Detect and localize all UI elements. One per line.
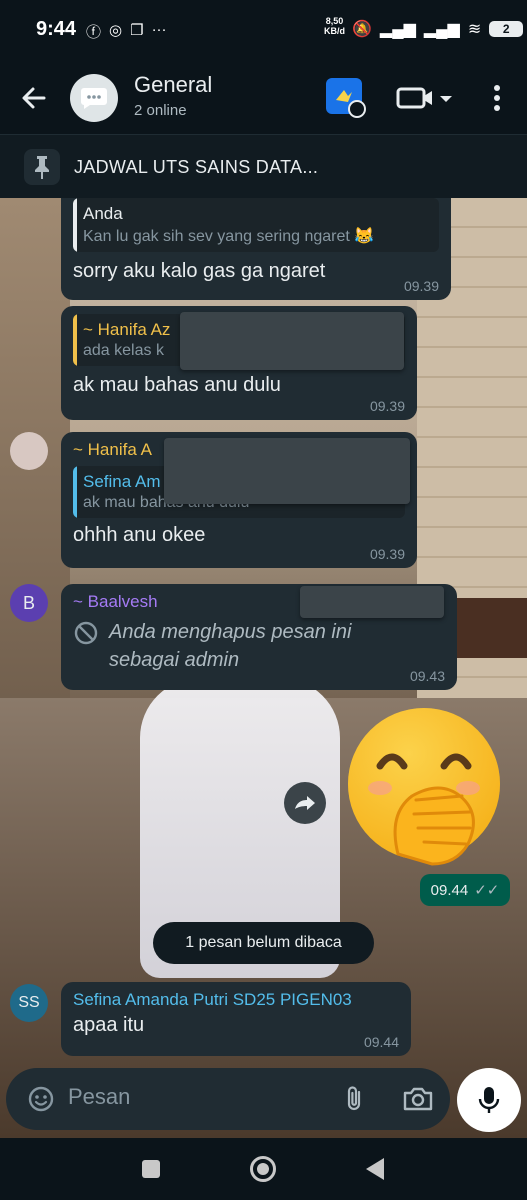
pinned-text: JADWAL UTS SAINS DATA... xyxy=(74,157,319,177)
back-button[interactable] xyxy=(366,1158,384,1180)
message-input[interactable]: Pesan xyxy=(68,1084,130,1110)
facebook-icon: ⓕ xyxy=(86,24,102,41)
redacted-block xyxy=(180,312,404,370)
back-arrow-icon[interactable] xyxy=(16,80,52,116)
composer-bar: Pesan xyxy=(0,1058,527,1138)
message-text: sorry aku kalo gas ga ngaret xyxy=(73,260,326,282)
hand-over-mouth-emoji-icon[interactable] xyxy=(340,704,508,872)
blocked-icon xyxy=(74,621,98,645)
online-count: 2 online xyxy=(134,102,187,119)
redacted-block xyxy=(300,586,444,618)
message-bubble[interactable]: Sefina Amanda Putri SD25 PIGEN03 apaa it… xyxy=(61,982,411,1056)
sent-message-status: 09.44 ✓✓ xyxy=(420,874,510,906)
meta-ai-app-icon[interactable] xyxy=(326,78,366,118)
message-text: ak mau bahas anu dulu xyxy=(73,374,281,396)
message-text: apaa itu xyxy=(73,1014,145,1036)
message-time: 09.39 xyxy=(369,546,405,562)
voice-message-button[interactable] xyxy=(457,1068,521,1132)
chevron-down-badge-icon xyxy=(348,100,366,118)
mute-icon: 🔕 xyxy=(352,21,372,38)
wifi-icon: ≋ xyxy=(467,21,482,38)
quoted-text: Kan lu gak sih sev yang sering ngaret 😹 xyxy=(83,228,375,245)
net-speed: 8,50 KB/d xyxy=(324,16,345,36)
sender-avatar[interactable]: B xyxy=(10,584,48,622)
group-title[interactable]: General xyxy=(134,72,212,98)
deleted-message-text: Anda menghapus pesan ini sebagai admin xyxy=(109,621,352,671)
sender-name[interactable]: ~ Baalvesh xyxy=(73,592,158,612)
pinned-message-bar[interactable]: JADWAL UTS SAINS DATA... xyxy=(0,134,527,198)
group-avatar[interactable] xyxy=(70,74,118,122)
avatar-initial: B xyxy=(22,592,35,613)
battery-icon: 2 xyxy=(489,21,524,37)
instagram-icon: ◎ xyxy=(109,22,123,39)
home-button[interactable] xyxy=(250,1156,276,1182)
signal-icon-2: ▂▄▆ xyxy=(423,21,460,38)
camera-icon[interactable] xyxy=(402,1084,434,1114)
net-speed-value: 8,50 xyxy=(325,16,344,26)
status-bar: 9:44 ⓕ ◎ ❐ ··· 8,50 KB/d 🔕 ▂▄▆ ▂▄▆ ≋ 2 xyxy=(0,0,527,62)
message-input-container[interactable]: Pesan xyxy=(6,1068,450,1130)
redacted-block xyxy=(164,438,410,504)
more-notifications-icon: ··· xyxy=(151,21,167,38)
message-text: ohhh anu okee xyxy=(73,524,206,546)
video-call-icon[interactable] xyxy=(396,84,454,112)
sent-time: 09.44 xyxy=(430,881,469,899)
net-speed-unit: KB/d xyxy=(324,26,345,36)
quoted-name: Anda xyxy=(83,204,123,223)
chat-header: General 2 online xyxy=(0,62,527,134)
message-time: 09.43 xyxy=(409,668,445,684)
chat-area[interactable]: Anda Kan lu gak sih sev yang sering ngar… xyxy=(0,198,527,1138)
sender-name[interactable]: Sefina Amanda Putri SD25 PIGEN03 xyxy=(73,990,399,1010)
forward-button[interactable] xyxy=(284,782,326,824)
status-time: 9:44 xyxy=(36,18,77,40)
system-nav-bar xyxy=(0,1138,527,1200)
more-options-icon[interactable] xyxy=(486,80,508,116)
attachment-icon[interactable] xyxy=(340,1084,370,1114)
recent-apps-button[interactable] xyxy=(142,1160,160,1178)
message-time: 09.39 xyxy=(369,398,405,414)
system-icons: 🔕 ▂▄▆ ▂▄▆ ≋ 2 xyxy=(352,19,524,39)
unread-indicator: 1 pesan belum dibaca xyxy=(153,922,374,964)
sender-avatar[interactable]: SS xyxy=(10,984,48,1022)
notification-icons: ⓕ ◎ ❐ ··· xyxy=(86,21,167,42)
message-time: 09.44 xyxy=(363,1034,399,1050)
copy-icon: ❐ xyxy=(130,22,144,39)
forward-icon xyxy=(295,796,315,810)
chat-bubble-icon xyxy=(81,88,107,109)
sender-avatar[interactable] xyxy=(10,432,48,470)
double-check-icon: ✓✓ xyxy=(474,882,500,899)
microphone-icon xyxy=(478,1087,500,1113)
message-time: 09.39 xyxy=(403,278,439,294)
emoji-sticker-icon[interactable] xyxy=(26,1084,56,1114)
avatar-initials: SS xyxy=(18,994,40,1011)
message-bubble[interactable]: Anda Kan lu gak sih sev yang sering ngar… xyxy=(61,198,451,300)
quoted-message[interactable]: Anda Kan lu gak sih sev yang sering ngar… xyxy=(73,198,439,252)
pin-icon xyxy=(24,149,60,185)
signal-icon: ▂▄▆ xyxy=(379,21,416,38)
